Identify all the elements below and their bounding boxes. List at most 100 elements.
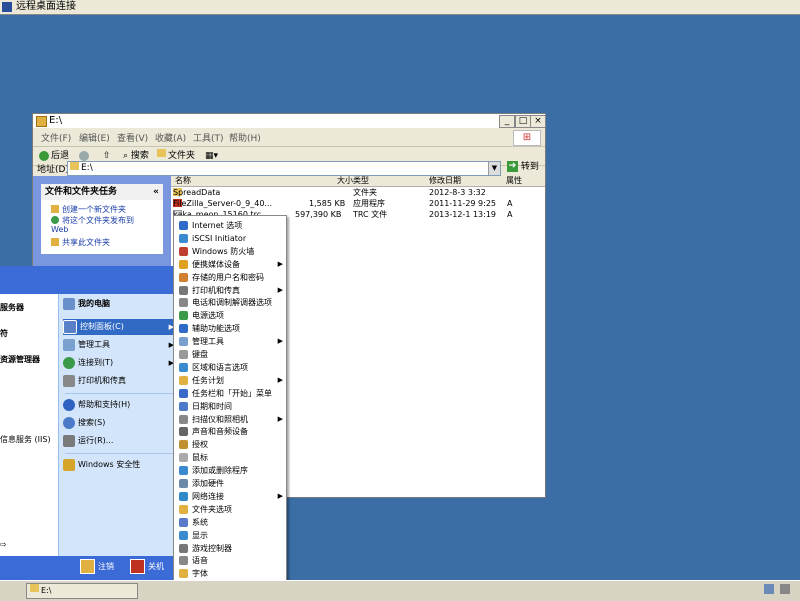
- network-tray-icon[interactable]: [764, 584, 774, 594]
- file-row[interactable]: FileZilla_Server-0_9_40... 1,585 KB 应用程序…: [171, 199, 545, 209]
- connect-to-item[interactable]: 连接到(T) ▶: [63, 355, 177, 371]
- menu-help[interactable]: 帮助(H): [229, 131, 261, 144]
- pinned-item[interactable]: 符: [0, 328, 8, 339]
- all-programs-item[interactable]: ⇨: [0, 540, 7, 549]
- column-name[interactable]: 名称: [175, 176, 191, 186]
- control-panel-submenu-item[interactable]: 任务栏和「开始」菜单: [174, 387, 286, 400]
- help-support-item[interactable]: 帮助和支持(H): [63, 397, 177, 413]
- control-panel-submenu-item[interactable]: 语音: [174, 554, 286, 567]
- file-modified: 2013-12-1 13:19: [429, 210, 496, 219]
- my-computer-label: 我的电脑: [78, 299, 110, 308]
- task-new-folder-label: 创建一个新文件夹: [62, 205, 126, 214]
- control-panel-applet-label: 任务计划: [192, 375, 224, 385]
- admin-tools-item[interactable]: 管理工具 ▶: [63, 337, 177, 353]
- maximize-button[interactable]: □: [515, 115, 531, 128]
- control-panel-submenu-item[interactable]: 电源选项: [174, 309, 286, 322]
- taskbar: E:\: [0, 580, 800, 601]
- file-modified: 2012-8-3 3:32: [429, 188, 486, 197]
- control-panel-submenu-item[interactable]: 字体: [174, 567, 286, 580]
- control-panel-submenu-item[interactable]: 打印机和传真 ▶: [174, 284, 286, 297]
- shutdown-label: 关机: [148, 562, 164, 571]
- menu-tools[interactable]: 工具(T): [193, 131, 224, 144]
- address-dropdown-icon[interactable]: ▼: [488, 162, 500, 175]
- connect-to-label: 连接到(T): [78, 358, 114, 367]
- control-panel-submenu-item[interactable]: 系统: [174, 516, 286, 529]
- logoff-button[interactable]: 注销: [80, 559, 114, 575]
- control-panel-submenu-item[interactable]: 鼠标: [174, 451, 286, 464]
- task-publish-web[interactable]: 将这个文件夹发布到 Web: [51, 216, 151, 234]
- security-key-icon: [63, 458, 75, 471]
- control-panel-submenu-item[interactable]: 电话和调制解调器选项: [174, 296, 286, 309]
- control-panel-applet-label: 打印机和传真: [192, 285, 240, 295]
- windows-security-item[interactable]: Windows 安全性: [63, 457, 177, 473]
- close-button[interactable]: ×: [530, 115, 546, 128]
- control-panel-applet-label: 电源选项: [192, 311, 224, 321]
- minimize-button[interactable]: _: [499, 115, 515, 128]
- control-panel-applet-label: 游戏控制器: [192, 543, 232, 553]
- control-panel-applet-label: 键盘: [192, 350, 208, 359]
- menu-favorites[interactable]: 收藏(A): [155, 131, 186, 144]
- control-panel-submenu-item[interactable]: 辅助功能选项: [174, 322, 286, 335]
- taskbar-explorer-button[interactable]: E:\: [26, 583, 138, 599]
- control-panel-applet-icon: [179, 517, 188, 527]
- control-panel-submenu-item[interactable]: 添加硬件: [174, 477, 286, 490]
- collapse-icon[interactable]: «: [153, 184, 159, 200]
- control-panel-applet-label: 网络连接: [192, 491, 224, 501]
- control-panel-submenu-item[interactable]: Internet 选项: [174, 219, 286, 232]
- menu-view[interactable]: 查看(V): [117, 131, 148, 144]
- go-button[interactable]: ➔ 转到: [507, 161, 539, 174]
- control-panel-submenu-item[interactable]: 日期和时间: [174, 400, 286, 413]
- control-panel-submenu-item[interactable]: 便携媒体设备 ▶: [174, 258, 286, 271]
- run-item[interactable]: 运行(R)...: [63, 433, 177, 449]
- printers-item[interactable]: 打印机和传真: [63, 373, 177, 389]
- control-panel-submenu-item[interactable]: 键盘: [174, 348, 286, 361]
- control-panel-applet-label: 任务栏和「开始」菜单: [192, 388, 272, 398]
- control-panel-applet-icon: [179, 479, 188, 488]
- admin-tools-icon: [63, 338, 75, 351]
- control-panel-applet-icon: [179, 233, 188, 243]
- control-panel-submenu-item[interactable]: 扫描仪和照相机 ▶: [174, 413, 286, 426]
- search-item[interactable]: 搜索(S): [63, 415, 177, 431]
- pinned-item[interactable]: 服务器: [0, 302, 24, 313]
- control-panel-submenu-item[interactable]: 添加或删除程序: [174, 464, 286, 477]
- control-panel-submenu-item[interactable]: 游戏控制器: [174, 542, 286, 555]
- control-panel-submenu-item[interactable]: 管理工具 ▶: [174, 335, 286, 348]
- column-attr[interactable]: 属性: [506, 176, 522, 186]
- admin-tools-label: 管理工具: [78, 340, 110, 349]
- power-icon: [130, 559, 145, 574]
- control-panel-applet-icon: [179, 246, 188, 256]
- control-panel-submenu-item[interactable]: 声音和音频设备: [174, 425, 286, 438]
- menu-edit[interactable]: 编辑(E): [79, 131, 110, 144]
- control-panel-submenu-item[interactable]: 存储的用户名和密码: [174, 271, 286, 284]
- start-menu-pinned: 服务器 符 资源管理器 信息服务 (IIS) ⇨: [0, 266, 58, 580]
- control-panel-submenu-item[interactable]: 授权: [174, 438, 286, 451]
- file-row[interactable]: SpreadData 文件夹 2012-8-3 3:32: [171, 188, 545, 198]
- control-panel-item[interactable]: 控制面板(C) ▶: [63, 319, 177, 335]
- address-input[interactable]: E:\ ▼: [67, 161, 501, 176]
- column-size[interactable]: 大小: [337, 176, 353, 186]
- control-panel-submenu-item[interactable]: 文件夹选项: [174, 503, 286, 516]
- start-menu-places: 我的电脑 控制面板(C) ▶ 管理工具 ▶ 连接到(T) ▶ 打印机和传真 帮助和支持…: [58, 294, 179, 556]
- control-panel-submenu-item[interactable]: 显示: [174, 529, 286, 542]
- menu-file[interactable]: 文件(F): [41, 131, 71, 144]
- control-panel-applet-label: 添加或删除程序: [192, 466, 248, 476]
- help-support-label: 帮助和支持(H): [78, 400, 131, 409]
- volume-tray-icon[interactable]: [780, 584, 790, 594]
- control-panel-submenu-item[interactable]: Windows 防火墙: [174, 245, 286, 258]
- task-new-folder[interactable]: 创建一个新文件夹: [51, 205, 126, 214]
- my-computer-item[interactable]: 我的电脑: [63, 296, 177, 312]
- control-panel-submenu-item[interactable]: 区域和语言选项: [174, 361, 286, 374]
- control-panel-submenu-item[interactable]: 任务计划 ▶: [174, 374, 286, 387]
- column-type[interactable]: 类型: [353, 176, 369, 186]
- shutdown-button[interactable]: 关机: [130, 559, 164, 575]
- go-arrow-icon: ➔: [507, 161, 518, 172]
- file-tasks-header[interactable]: 文件和文件夹任务 «: [41, 184, 163, 200]
- pinned-item[interactable]: 资源管理器: [0, 354, 40, 365]
- pinned-item[interactable]: 信息服务 (IIS): [0, 434, 51, 445]
- control-panel-submenu-item[interactable]: iSCSI Initiator: [174, 232, 286, 245]
- control-panel-submenu-item[interactable]: 网络连接 ▶: [174, 490, 286, 503]
- control-panel-applet-label: 显示: [192, 530, 208, 540]
- submenu-arrow-icon: ▶: [277, 375, 283, 384]
- task-share-folder[interactable]: 共享此文件夹: [51, 238, 110, 247]
- column-modified[interactable]: 修改日期: [429, 176, 461, 186]
